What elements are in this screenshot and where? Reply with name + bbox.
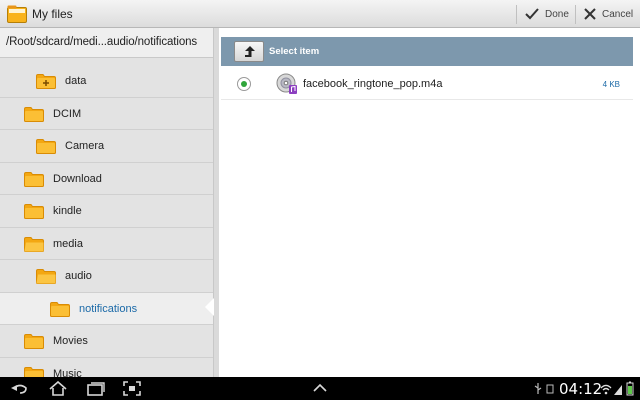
tree-item-label: DCIM (53, 107, 82, 120)
tree-item-label: Camera (65, 140, 105, 152)
notification-icon (545, 380, 555, 397)
tree-item-dcim[interactable]: DCIM (0, 98, 213, 130)
tree-item-movies[interactable]: Movies (0, 325, 213, 358)
folder-open-icon (24, 236, 44, 252)
tree-item-audio[interactable]: audio (0, 260, 213, 293)
signal-icon (613, 380, 623, 397)
home-icon (49, 380, 67, 396)
tree-item-label: media (53, 237, 83, 250)
selection-pointer (205, 298, 214, 316)
current-path: /Root/sdcard/medi...audio/notifications (6, 36, 198, 48)
up-arrow-icon (245, 46, 255, 57)
back-button[interactable] (10, 380, 30, 397)
folder-icon (36, 139, 56, 154)
folder-tree-panel: /Root/sdcard/medi...audio/notifications … (0, 28, 213, 377)
check-icon (525, 8, 539, 20)
tree-item-camera[interactable]: Camera (0, 130, 213, 163)
action-bar: My files Done Cancel (0, 0, 640, 28)
tree-item-data[interactable]: data (0, 65, 213, 98)
folder-icon (24, 334, 44, 349)
tree-item-label: data (65, 75, 87, 87)
file-name: facebook_ringtone_pop.m4a (303, 78, 443, 90)
my-files-app-icon (7, 5, 27, 23)
tree-item-music[interactable]: Music (0, 358, 213, 378)
cancel-button[interactable]: Cancel (583, 0, 633, 28)
recent-apps-icon (87, 382, 105, 396)
folder-tree: data DCIM Camera Download kindle media audio no… (0, 65, 213, 377)
file-radio-selected[interactable] (237, 77, 251, 91)
wifi-icon (600, 380, 612, 397)
folder-icon (24, 106, 44, 122)
chevron-up-icon (313, 383, 327, 392)
battery-icon (625, 380, 635, 397)
folder-plus-icon (36, 74, 56, 89)
tree-item-media[interactable]: media (0, 228, 213, 260)
select-item-title: Select item (269, 46, 320, 57)
action-divider (575, 5, 576, 24)
tree-item-label: Music (53, 367, 82, 378)
path-bar: /Root/sdcard/medi...audio/notifications (0, 28, 213, 58)
app-title: My files (32, 7, 73, 21)
screenshot-button[interactable] (122, 380, 142, 397)
folder-icon (24, 171, 44, 187)
close-icon (584, 8, 596, 20)
screenshot-icon (123, 381, 141, 396)
file-size: 4 KB (602, 80, 620, 89)
system-bar: 04:12 (0, 377, 640, 400)
tree-item-notifications[interactable]: notifications (0, 292, 213, 325)
done-button[interactable]: Done (524, 0, 569, 28)
recent-apps-button[interactable] (86, 380, 106, 397)
action-divider (516, 5, 517, 24)
cancel-label: Cancel (602, 8, 634, 20)
expand-button[interactable] (311, 380, 329, 397)
tree-item-label: kindle (53, 205, 82, 217)
tree-item-label: audio (65, 270, 92, 282)
folder-open-icon (36, 269, 56, 284)
up-level-button[interactable] (234, 41, 264, 62)
file-list-panel: Select item facebook_ringtone_pop.m4a 4 … (219, 28, 640, 377)
tree-item-download[interactable]: Download (0, 163, 213, 195)
audio-file-icon (276, 73, 298, 95)
home-button[interactable] (48, 380, 68, 397)
usb-icon (533, 380, 543, 397)
file-row[interactable]: facebook_ringtone_pop.m4a 4 KB (221, 68, 633, 100)
clock: 04:12 (559, 380, 603, 398)
tree-item-kindle[interactable]: kindle (0, 195, 213, 228)
folder-icon (24, 204, 44, 219)
folder-icon (50, 301, 70, 317)
back-icon (11, 384, 27, 394)
tree-item-label: notifications (79, 302, 138, 315)
tree-item-label: Movies (53, 335, 88, 347)
tree-item-label: Download (53, 172, 102, 185)
select-header: Select item (221, 37, 633, 66)
folder-icon (24, 366, 44, 377)
done-label: Done (545, 8, 569, 20)
